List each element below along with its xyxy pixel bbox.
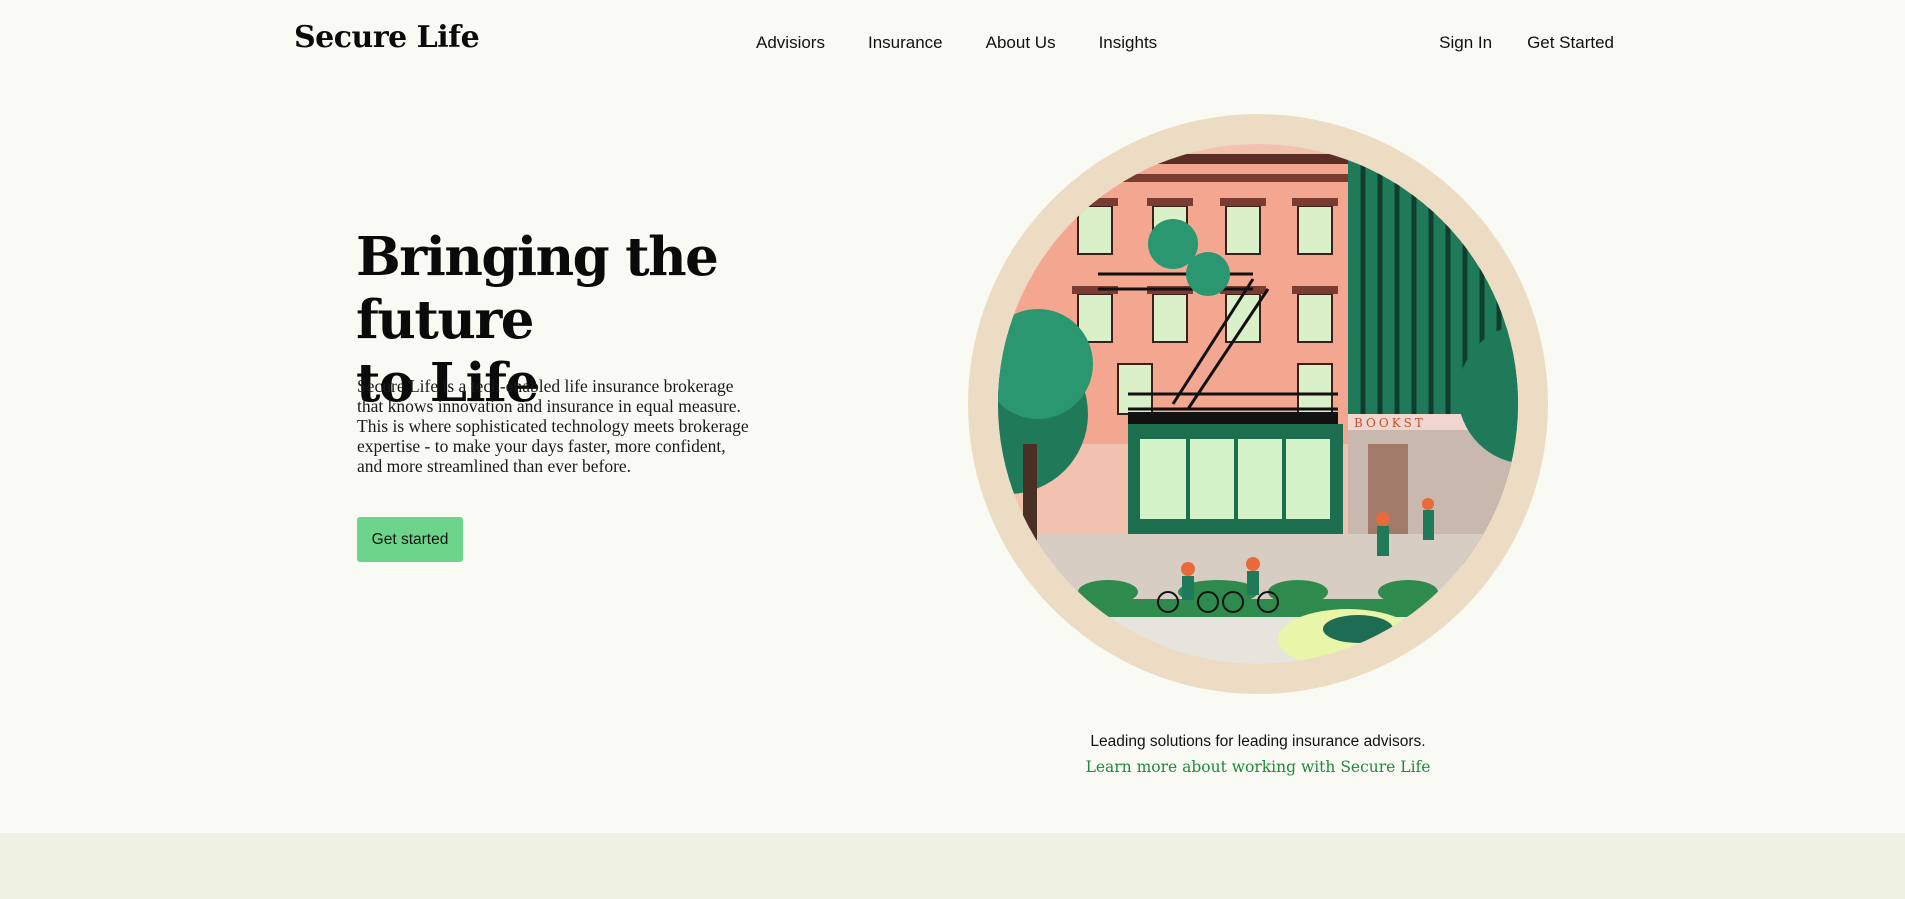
account-links: Sign In Get Started [1404, 33, 1614, 53]
advisor-tagline: Leading solutions for leading insurance … [1090, 733, 1426, 750]
nav-link-insurance[interactable]: Insurance [868, 33, 943, 53]
nav-link-about-us[interactable]: About Us [986, 33, 1056, 53]
hero-description: Secure Life is a tech-enabled life insur… [357, 376, 777, 476]
hero-description-line: and more streamlined than ever before. [357, 456, 632, 476]
sign-in-link[interactable]: Sign In [1439, 33, 1492, 53]
city-street-illustration: BOOKST [968, 114, 1548, 694]
hero-description-line: expertise - to make your days faster, mo… [357, 436, 726, 456]
get-started-button[interactable]: Get started [357, 517, 463, 562]
hero-description-line: This is where sophisticated technology m… [357, 416, 749, 436]
hero-description-line: Secure Life is a tech-enabled life insur… [357, 376, 734, 396]
get-started-link[interactable]: Get Started [1527, 33, 1614, 53]
bookstore-sign: BOOKST [1354, 416, 1426, 430]
learn-more-link[interactable]: Learn more about working with Secure Lif… [958, 758, 1558, 776]
main-nav-links: Advisiors Insurance About Us Insights [756, 33, 1200, 53]
hero-description-line: that knows innovation and insurance in e… [357, 396, 741, 416]
top-navigation: Secure Life Advisiors Insurance About Us… [0, 0, 1905, 84]
next-section-band [0, 833, 1905, 899]
nav-link-insights[interactable]: Insights [1099, 33, 1158, 53]
logo[interactable]: Secure Life [294, 20, 480, 55]
hero-illustration: BOOKST [968, 114, 1548, 694]
nav-link-advisiors[interactable]: Advisiors [756, 33, 825, 53]
hero-title-line-1: Bringing the future [356, 226, 719, 351]
